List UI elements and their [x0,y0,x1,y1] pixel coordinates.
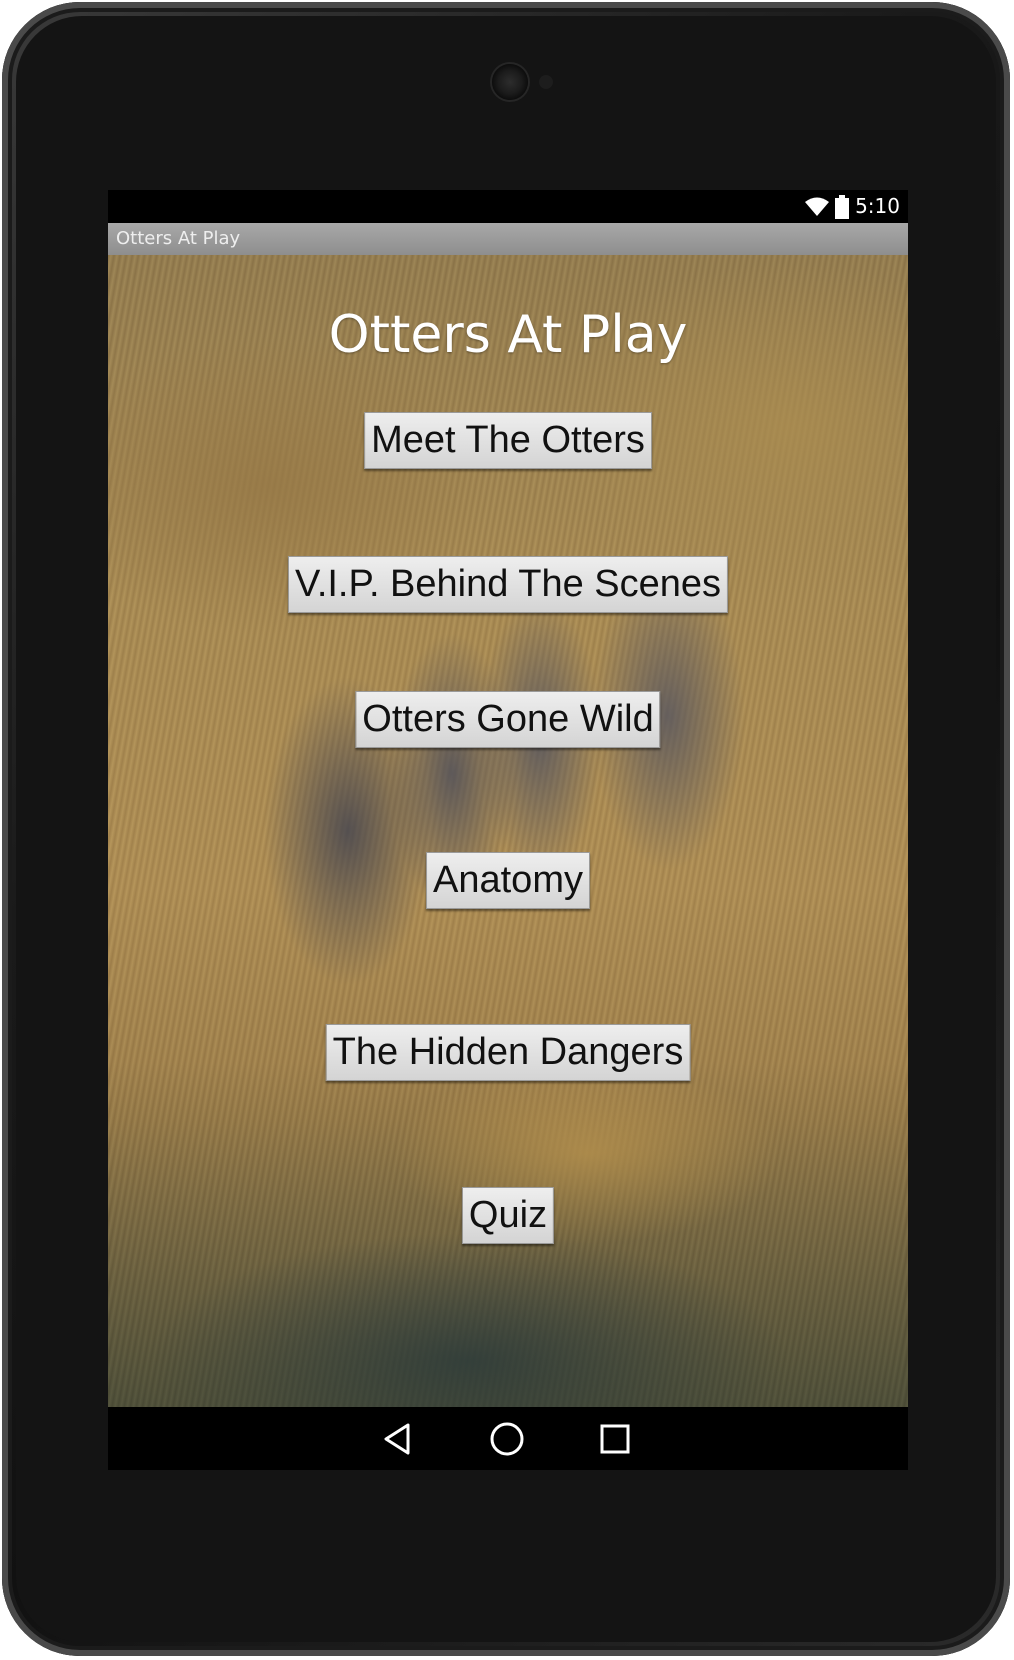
app-bar-title: Otters At Play [116,228,241,249]
device-screen: 5:10 Otters At Play Otters At Play Meet … [108,190,908,1470]
app-title-bar: Otters At Play [108,223,908,255]
vip-behind-the-scenes-button[interactable]: V.I.P. Behind The Scenes [287,556,729,613]
hidden-dangers-button[interactable]: The Hidden Dangers [325,1024,691,1081]
quiz-button[interactable]: Quiz [461,1187,555,1244]
status-icons: 5:10 [805,194,900,219]
camera-icon [492,64,528,100]
sensor-icon [539,75,553,89]
back-icon[interactable] [380,1421,416,1457]
battery-icon [835,194,850,219]
status-time: 5:10 [855,194,900,218]
otters-gone-wild-button[interactable]: Otters Gone Wild [355,691,661,748]
home-icon[interactable] [489,1421,525,1457]
anatomy-button[interactable]: Anatomy [426,852,590,909]
page-title: Otters At Play [328,305,688,365]
wifi-icon [805,197,830,216]
main-menu: Otters At Play Meet The Otters V.I.P. Be… [108,255,908,1407]
navigation-bar [108,1407,908,1470]
recents-icon[interactable] [597,1421,633,1457]
meet-the-otters-button[interactable]: Meet The Otters [364,412,652,469]
status-bar: 5:10 [108,190,908,223]
